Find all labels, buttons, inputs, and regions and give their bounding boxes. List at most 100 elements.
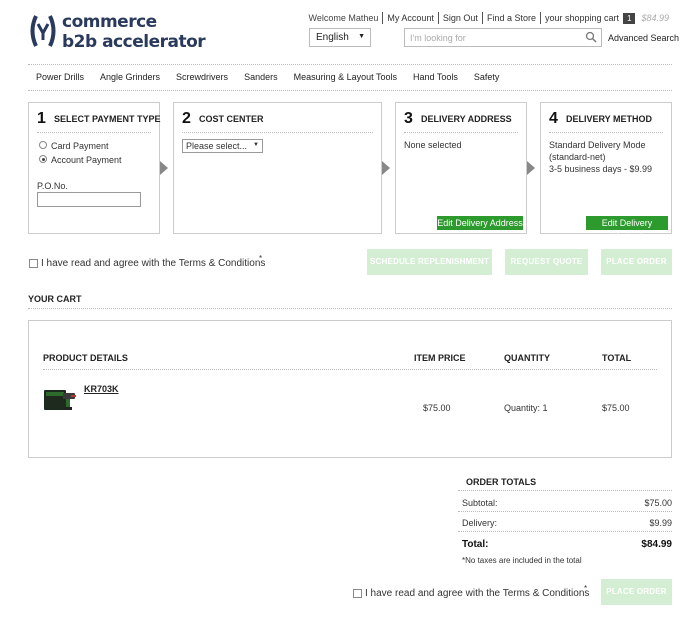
language-value: English [316,32,349,43]
card-payment-label: Card Payment [51,141,109,151]
cost-center-select[interactable]: Please select... ▼ [182,139,263,153]
delivery-row: Delivery: $9.99 [462,518,672,528]
cart-panel: PRODUCT DETAILS ITEM PRICE QUANTITY TOTA… [28,320,672,458]
terms-label-bottom[interactable]: I have read and agree with the Terms & C… [365,588,589,599]
divider [437,12,439,24]
welcome-text: Welcome Matheu [308,13,379,23]
required-asterisk: * [259,254,263,263]
divider [549,132,663,133]
cart-count-badge[interactable]: 1 [623,12,636,24]
item-price: $75.00 [423,403,451,413]
top-links: Welcome Matheu My Account Sign Out Find … [308,11,669,25]
subtotal-label: Subtotal: [462,498,498,508]
terms-label[interactable]: I have read and agree with the Terms & C… [41,258,265,269]
divider [182,132,373,133]
divider [481,12,483,24]
step-title: SELECT PAYMENT TYPE [54,114,161,124]
cart-total: $84.99 [641,13,669,23]
cost-center-value: Please select... [186,141,248,151]
my-account-link[interactable]: My Account [387,13,434,23]
step-title: DELIVERY ADDRESS [421,114,512,124]
step-arrow-icon [382,161,390,175]
cart-title: YOUR CART [28,294,82,304]
step-arrow-icon [160,161,168,175]
nav-item-power-drills[interactable]: Power Drills [36,72,84,82]
sign-out-link[interactable]: Sign Out [443,13,478,23]
order-totals-title: ORDER TOTALS [466,477,537,487]
delivery-value: $9.99 [649,518,672,528]
header-quantity: QUANTITY [504,353,550,363]
delivery-method-panel: 4 DELIVERY METHOD Standard Delivery Mode… [540,102,672,242]
language-select[interactable]: English ▼ [309,28,371,47]
payment-type-panel: 1 SELECT PAYMENT TYPE Card Payment Accou… [28,102,161,234]
divider [382,12,384,24]
item-quantity: Quantity: 1 [504,403,548,413]
delivery-label: Delivery: [462,518,498,528]
step-number: 2 [182,110,191,127]
delivery-mode-name: Standard Delivery Mode [549,140,646,150]
delivery-address-panel: 3 DELIVERY ADDRESS None selected Edit De… [395,102,527,234]
nav-item-measuring-layout-tools[interactable]: Measuring & Layout Tools [294,72,397,82]
shopping-cart-link[interactable]: your shopping cart [545,13,619,23]
header-item-price: ITEM PRICE [414,353,466,363]
divider [37,132,151,133]
po-number-field[interactable] [37,192,141,207]
divider [28,90,672,91]
account-payment-radio[interactable] [39,155,47,163]
search-placeholder: I'm looking for [410,33,466,43]
account-payment-label: Account Payment [51,155,122,165]
terms-checkbox[interactable] [29,259,38,268]
edit-delivery-address-button[interactable]: Edit Delivery Address [437,216,523,230]
subtotal-row: Subtotal: $75.00 [462,498,672,508]
terms-checkbox-bottom[interactable] [353,589,362,598]
total-value: $84.99 [641,539,672,550]
delivery-mode-code: (standard-net) [549,152,606,162]
po-number-label: P.O.No. [37,181,68,191]
divider [28,64,672,65]
nav-item-sanders[interactable]: Sanders [244,72,278,82]
nav-item-safety[interactable]: Safety [474,72,500,82]
step-title: DELIVERY METHOD [566,114,653,124]
item-total: $75.00 [602,403,630,413]
brand-name-line2: b2b accelerator [62,32,206,52]
product-image[interactable] [43,387,77,413]
request-quote-button[interactable]: REQUEST QUOTE [505,249,588,275]
divider [458,511,672,512]
delivery-address-status: None selected [404,140,462,150]
category-nav: Power Drills Angle Grinders Screwdrivers… [36,72,515,82]
order-totals-panel [458,475,672,590]
nav-item-screwdrivers[interactable]: Screwdrivers [176,72,228,82]
nav-item-hand-tools[interactable]: Hand Tools [413,72,458,82]
divider [458,531,672,532]
step-number: 1 [37,110,46,127]
place-order-button-bottom[interactable]: PLACE ORDER [601,579,672,605]
step-number: 3 [404,110,413,127]
divider [458,490,672,491]
advanced-search-link[interactable]: Advanced Search [608,33,679,43]
divider [539,12,541,24]
card-payment-radio[interactable] [39,141,47,149]
dropdown-arrow-icon: ▼ [358,33,365,40]
find-store-link[interactable]: Find a Store [487,13,536,23]
place-order-button[interactable]: PLACE ORDER [601,249,672,275]
dropdown-arrow-icon: ▼ [253,142,259,148]
total-row: Total: $84.99 [462,539,672,550]
divider [43,369,657,370]
brand-logo-icon[interactable] [28,14,58,48]
total-label: Total: [462,539,489,550]
subtotal-value: $75.00 [644,498,672,508]
cost-center-panel: 2 COST CENTER Please select... ▼ [173,102,382,234]
schedule-replenishment-button[interactable]: SCHEDULE REPLENISHMENT [367,249,492,275]
step-number: 4 [549,110,558,127]
delivery-mode-time: 3-5 business days - $9.99 [549,164,653,174]
edit-delivery-method-button[interactable]: Edit Delivery Method [586,216,668,242]
product-sku-link[interactable]: KR703K [84,384,119,394]
search-input[interactable]: I'm looking for [404,28,602,47]
divider [404,132,518,133]
required-asterisk: * [584,584,588,593]
step-title: COST CENTER [199,114,264,124]
header-total: TOTAL [602,353,632,363]
search-icon[interactable] [585,31,597,43]
divider [28,308,672,309]
nav-item-angle-grinders[interactable]: Angle Grinders [100,72,160,82]
